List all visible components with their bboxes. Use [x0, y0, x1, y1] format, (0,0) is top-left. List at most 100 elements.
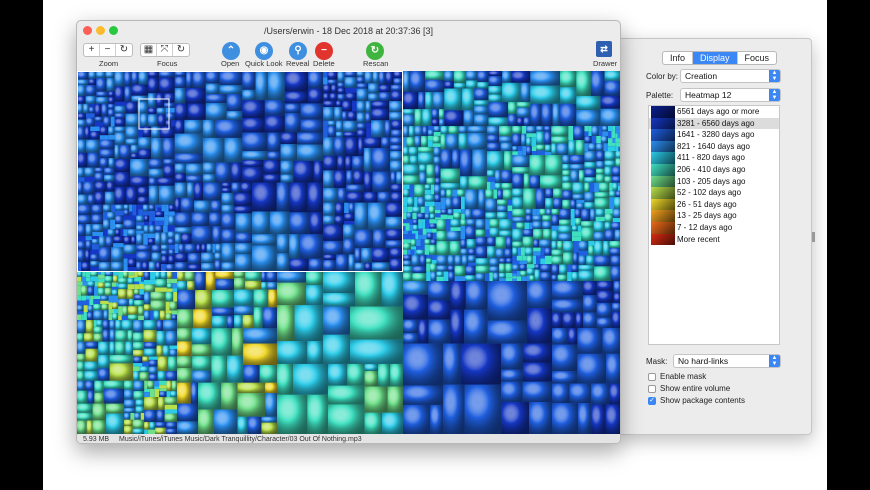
treemap-cell[interactable]: [540, 247, 545, 256]
treemap-cell[interactable]: [155, 204, 162, 208]
treemap-cell[interactable]: [416, 246, 425, 250]
treemap-cell[interactable]: [516, 270, 521, 277]
treemap-cell[interactable]: [426, 254, 432, 259]
treemap-cell[interactable]: [608, 146, 616, 152]
treemap-cell[interactable]: [486, 181, 491, 190]
legend-item[interactable]: 206 - 410 days ago: [649, 163, 779, 176]
treemap-cell[interactable]: [424, 189, 431, 195]
treemap-cell[interactable]: [520, 247, 525, 256]
treemap-cell[interactable]: [512, 255, 517, 258]
treemap-cell[interactable]: [567, 264, 572, 273]
treemap-cell[interactable]: [603, 143, 609, 152]
treemap-cell[interactable]: [168, 244, 175, 250]
treemap-cell[interactable]: [589, 182, 595, 193]
treemap-cell[interactable]: [617, 185, 621, 191]
rescan-button[interactable]: ↻: [366, 42, 384, 60]
treemap-cell[interactable]: [608, 143, 616, 147]
treemap-cell[interactable]: [517, 150, 523, 156]
treemap-cell[interactable]: [133, 366, 140, 372]
palette-legend-list[interactable]: 6561 days ago or more 3281 - 6560 days ag…: [648, 105, 780, 345]
treemap-cell[interactable]: [461, 209, 465, 214]
treemap-cell[interactable]: [159, 385, 167, 389]
treemap-cell[interactable]: [411, 233, 416, 240]
treemap-cell[interactable]: [164, 211, 169, 216]
treemap-cell[interactable]: [172, 288, 177, 292]
treemap-cell[interactable]: [422, 228, 427, 235]
treemap-cell[interactable]: [461, 213, 465, 220]
treemap-cell[interactable]: [427, 140, 433, 147]
treemap-cell[interactable]: [615, 142, 621, 147]
treemap-cell[interactable]: [434, 206, 441, 210]
treemap-cell[interactable]: [516, 255, 523, 261]
drawer-button[interactable]: ⇄: [596, 41, 612, 57]
treemap-cell[interactable]: [165, 204, 169, 212]
treemap-cell[interactable]: [83, 305, 88, 313]
treemap-cell[interactable]: [468, 262, 476, 266]
treemap-cell[interactable]: [134, 284, 140, 290]
treemap-cell[interactable]: [420, 206, 425, 213]
treemap-cell[interactable]: [93, 286, 99, 296]
treemap-cell[interactable]: [410, 249, 415, 255]
legend-item[interactable]: 411 - 820 days ago: [649, 152, 779, 164]
treemap-cell[interactable]: [86, 299, 90, 306]
treemap-cell[interactable]: [143, 233, 148, 245]
treemap-cell[interactable]: [526, 133, 537, 138]
treemap-cell[interactable]: [407, 249, 411, 255]
treemap-cell[interactable]: [434, 201, 441, 207]
treemap-cell[interactable]: [604, 208, 613, 214]
treemap-cell[interactable]: [418, 228, 423, 235]
treemap-cell[interactable]: [434, 209, 441, 214]
treemap-cell[interactable]: [98, 274, 105, 279]
legend-item[interactable]: 6561 days ago or more: [649, 106, 779, 118]
treemap-cell[interactable]: [150, 271, 156, 280]
treemap-cell[interactable]: [409, 219, 413, 225]
treemap-cell[interactable]: [512, 151, 518, 156]
treemap-cell[interactable]: [90, 126, 100, 132]
treemap-cell[interactable]: [434, 217, 441, 220]
treemap-cell[interactable]: [512, 278, 517, 281]
treemap-cell[interactable]: [485, 229, 490, 237]
quick-look-button[interactable]: ◉: [255, 42, 273, 60]
treemap-cell[interactable]: [460, 225, 466, 240]
treemap-cell[interactable]: [608, 138, 613, 144]
treemap-cell[interactable]: [89, 299, 94, 306]
treemap-cell[interactable]: [418, 234, 422, 240]
zoom-reset-button[interactable]: ↻: [116, 44, 132, 56]
treemap-cell[interactable]: [499, 278, 506, 281]
treemap-cell[interactable]: [611, 131, 616, 139]
treemap-cell[interactable]: [617, 182, 621, 186]
treemap-cell[interactable]: [403, 230, 408, 235]
treemap-cell[interactable]: [427, 135, 433, 141]
treemap-cell[interactable]: [414, 249, 417, 255]
treemap-cell[interactable]: [172, 283, 177, 289]
treemap-cell[interactable]: [164, 409, 177, 414]
treemap-cell[interactable]: [588, 241, 595, 246]
treemap-cell[interactable]: [507, 211, 513, 220]
treemap-cell[interactable]: [403, 206, 408, 213]
treemap-cell[interactable]: [526, 264, 535, 268]
treemap-cell[interactable]: [570, 208, 575, 219]
treemap-cell[interactable]: [147, 233, 155, 239]
treemap-cell[interactable]: [512, 276, 517, 279]
treemap-cell[interactable]: [544, 255, 552, 261]
treemap-cell[interactable]: [512, 257, 517, 261]
treemap-cell[interactable]: [424, 201, 435, 207]
treemap-cell[interactable]: [544, 151, 552, 156]
treemap-cell[interactable]: [415, 233, 419, 240]
treemap-cell[interactable]: [134, 281, 140, 285]
treemap-cell[interactable]: [129, 204, 133, 212]
legend-item[interactable]: More recent: [649, 233, 779, 246]
treemap-cell[interactable]: [123, 258, 128, 264]
treemap-cell[interactable]: [573, 241, 579, 253]
treemap-cell[interactable]: [138, 315, 144, 321]
treemap-cell[interactable]: [531, 151, 537, 156]
treemap-cell[interactable]: [517, 247, 521, 256]
legend-item[interactable]: 3281 - 6560 days ago: [649, 117, 779, 130]
treemap-cell[interactable]: [81, 276, 86, 282]
treemap-cell[interactable]: [484, 273, 490, 281]
treemap-cell[interactable]: [409, 224, 414, 231]
treemap-cell[interactable]: [407, 206, 413, 213]
treemap-cell[interactable]: [108, 135, 115, 140]
treemap-cell[interactable]: [577, 225, 582, 232]
treemap-cell[interactable]: [485, 219, 490, 230]
